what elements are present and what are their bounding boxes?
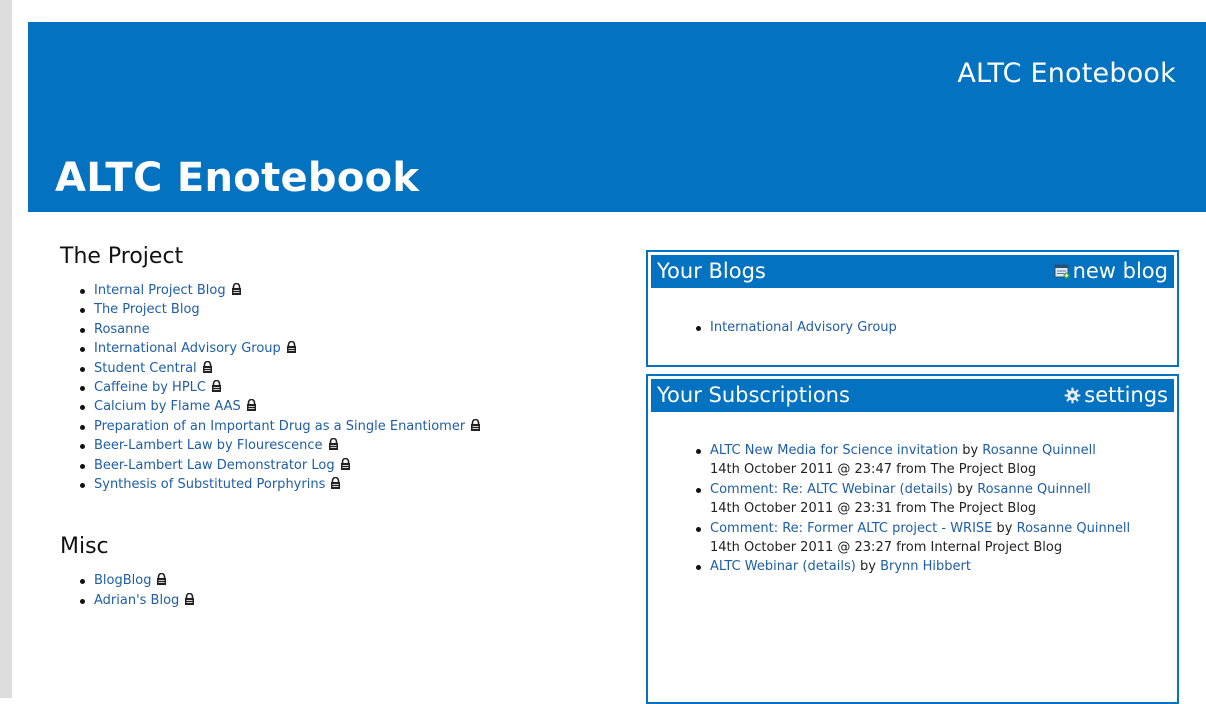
subscription-item: ALTC Webinar (details) by Brynn Hibbert: [696, 557, 1165, 576]
lock-icon: [185, 592, 195, 605]
blog-list-item: Synthesis of Substituted Porphyrins: [80, 475, 620, 494]
new-blog-button[interactable]: new blog: [1054, 259, 1168, 283]
subscription-meta: 14th October 2011 @ 23:31 from The Proje…: [710, 501, 1037, 517]
blog-list-item: Rosanne: [80, 320, 620, 339]
subscription-post-link[interactable]: Comment: Re: Former ALTC project - WRISE: [710, 521, 992, 536]
subscription-author-link[interactable]: Rosanne Quinnell: [982, 443, 1096, 458]
blog-list-item: Preparation of an Important Drug as a Si…: [80, 417, 620, 436]
blog-link[interactable]: Rosanne: [94, 322, 150, 337]
blog-link[interactable]: Caffeine by HPLC: [94, 380, 206, 395]
subscription-post-link[interactable]: ALTC New Media for Science invitation: [710, 443, 958, 458]
subscription-meta: 14th October 2011 @ 23:27 from Internal …: [710, 540, 1063, 556]
misc-blog-list: BlogBlog Adrian's Blog: [60, 571, 620, 610]
blog-link[interactable]: Synthesis of Substituted Porphyrins: [94, 477, 325, 492]
blog-link[interactable]: The Project Blog: [94, 302, 200, 317]
lock-icon: [471, 418, 481, 431]
subscription-meta: 14th October 2011 @ 23:47 from The Proje…: [710, 462, 1037, 478]
blog-link[interactable]: Student Central: [94, 361, 197, 376]
lock-icon: [331, 477, 341, 490]
lock-icon: [231, 283, 241, 295]
subscription-post-link[interactable]: Comment: Re: ALTC Webinar (details): [710, 482, 953, 497]
lock-icon: [202, 360, 212, 373]
subscription-by-label: by: [859, 559, 876, 575]
new-blog-label: new blog: [1072, 259, 1168, 283]
blog-directory: The Project Internal Project Blog The Pro…: [60, 244, 620, 610]
blog-list-item: BlogBlog: [80, 571, 620, 590]
gear-icon: [1064, 387, 1081, 403]
blog-list-item: Beer-Lambert Law by Flourescence: [80, 436, 620, 455]
new-blog-icon: [1054, 264, 1070, 279]
blog-list-item: Student Central: [80, 359, 620, 378]
blog-link[interactable]: Adrian's Blog: [94, 593, 179, 608]
blog-link[interactable]: Internal Project Blog: [94, 283, 226, 298]
blog-list-item: Beer-Lambert Law Demonstrator Log: [80, 456, 620, 475]
blog-link[interactable]: International Advisory Group: [94, 341, 281, 356]
your-blog-item: International Advisory Group: [696, 318, 1177, 337]
your-blogs-panel: Your Blogs new blog International Adviso…: [646, 250, 1179, 367]
lock-icon: [157, 573, 167, 586]
blog-list-item: Adrian's Blog: [80, 591, 620, 610]
subscriptions-header: Your Subscriptions settings: [651, 379, 1174, 412]
your-blog-link[interactable]: International Advisory Group: [710, 320, 897, 335]
subscriptions-title: Your Subscriptions: [657, 383, 850, 407]
page-header: ALTC Enotebook ALTC Enotebook: [28, 22, 1206, 212]
subscription-by-label: by: [962, 443, 979, 458]
subscription-item: Comment: Re: ALTC Webinar (details) by R…: [696, 480, 1165, 519]
lock-icon: [286, 341, 296, 354]
lock-icon: [212, 380, 221, 393]
settings-label: settings: [1084, 383, 1168, 407]
your-blogs-title: Your Blogs: [657, 259, 766, 283]
page-title: ALTC Enotebook: [55, 155, 420, 201]
subscription-author-link[interactable]: Brynn Hibbert: [880, 559, 971, 574]
blog-link[interactable]: BlogBlog: [94, 573, 151, 588]
blog-list-item: Internal Project Blog: [80, 281, 620, 300]
section-heading-misc: Misc: [60, 534, 109, 560]
blog-link[interactable]: Calcium by Flame AAS: [94, 399, 241, 414]
subscription-post-link[interactable]: ALTC Webinar (details): [710, 559, 856, 574]
project-blog-list: Internal Project Blog The Project Blog Ros…: [60, 281, 620, 494]
blog-list-item: Calcium by Flame AAS: [80, 397, 620, 416]
subscription-author-link[interactable]: Rosanne Quinnell: [1017, 521, 1131, 536]
subscription-by-label: by: [996, 520, 1013, 536]
your-blogs-header: Your Blogs new blog: [651, 255, 1174, 288]
blog-link[interactable]: Beer-Lambert Law Demonstrator Log: [94, 458, 335, 473]
lock-icon: [246, 399, 256, 412]
section-heading-project: The Project: [60, 244, 184, 269]
blog-list-item: Caffeine by HPLC: [80, 378, 620, 397]
site-title[interactable]: ALTC Enotebook: [957, 58, 1176, 89]
subscription-author-link[interactable]: Rosanne Quinnell: [977, 482, 1091, 497]
subscriptions-panel: Your Subscriptions settings ALTC New Med…: [646, 374, 1179, 704]
your-blogs-list: International Advisory Group: [648, 318, 1177, 337]
subscription-item: ALTC New Media for Science invitation by…: [696, 441, 1165, 480]
blog-link[interactable]: Preparation of an Important Drug as a Si…: [94, 419, 465, 434]
subscription-item: Comment: Re: Former ALTC project - WRISE…: [696, 519, 1165, 558]
lock-icon: [340, 457, 350, 470]
subscriptions-list: ALTC New Media for Science invitation by…: [648, 441, 1177, 577]
subscription-by-label: by: [957, 481, 974, 497]
settings-button[interactable]: settings: [1064, 383, 1168, 407]
blog-list-item: International Advisory Group: [80, 339, 620, 358]
left-gutter: [0, 0, 12, 698]
lock-icon: [328, 438, 338, 451]
blog-list-item: The Project Blog: [80, 300, 620, 319]
blog-link[interactable]: Beer-Lambert Law by Flourescence: [94, 438, 323, 453]
